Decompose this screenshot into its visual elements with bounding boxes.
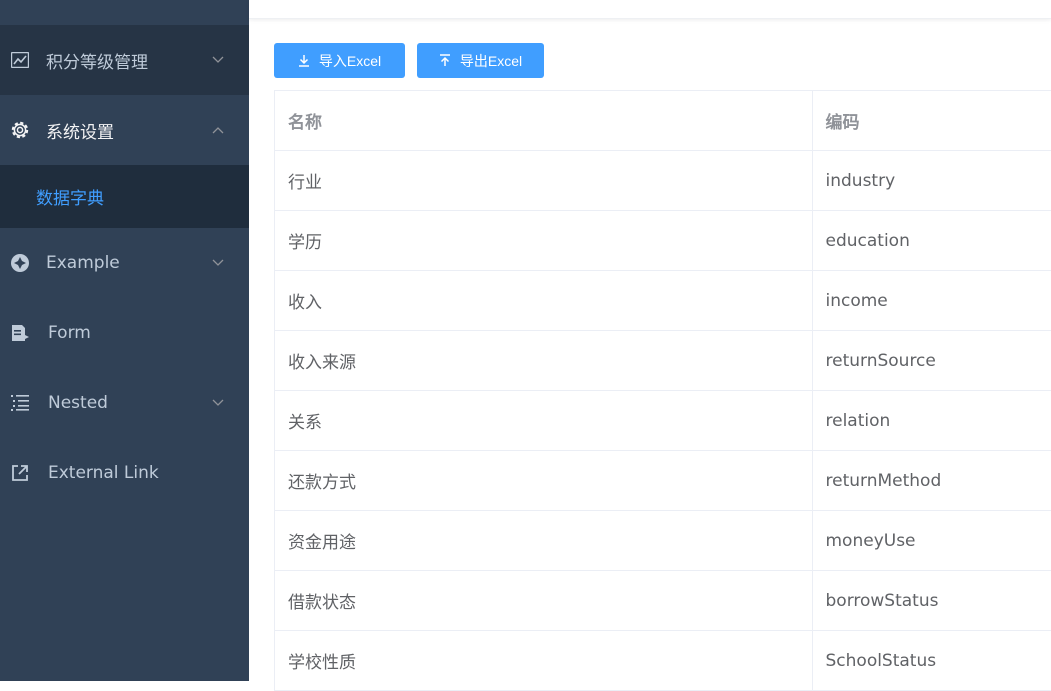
cell-code: industry [812, 150, 1051, 211]
chevron-up-icon [212, 124, 224, 136]
top-navbar [249, 0, 1051, 19]
sidebar-item-label: 系统设置 [46, 122, 114, 143]
cell-name: 收入来源 [275, 330, 813, 391]
cell-code: relation [812, 390, 1051, 451]
column-header-code: 编码 [812, 91, 1051, 151]
form-icon [10, 323, 30, 343]
cell-name: 资金用途 [275, 510, 813, 571]
cell-name: 还款方式 [275, 450, 813, 511]
cell-code: education [812, 210, 1051, 271]
cell-code: returnMethod [812, 450, 1051, 511]
table-header-row: 名称 编码 [275, 91, 1051, 151]
chevron-down-icon [212, 257, 224, 269]
table-row[interactable]: 收入 income [275, 270, 1051, 331]
cell-name: 学校性质 [275, 630, 813, 691]
sidebar-item-external-link[interactable]: External Link [0, 438, 249, 508]
cell-code: income [812, 270, 1051, 331]
example-icon [10, 253, 30, 273]
sidebar-item-form[interactable]: Form [0, 298, 249, 368]
sidebar-item-system-settings[interactable]: 系统设置 [0, 95, 249, 165]
nested-list-icon [10, 393, 30, 413]
export-excel-label: 导出Excel [459, 52, 523, 69]
table-row[interactable]: 关系 relation [275, 390, 1051, 451]
sidebar-item-label: Form [48, 323, 91, 343]
dictionary-table: 名称 编码 行业 industry 学历 education 收入 income… [274, 90, 1051, 691]
sidebar-top-spacer [0, 0, 249, 25]
sidebar-item-label: Example [46, 253, 120, 273]
import-excel-label: 导入Excel [318, 52, 382, 69]
cell-name: 借款状态 [275, 570, 813, 631]
cell-code: moneyUse [812, 510, 1051, 571]
sidebar-item-example[interactable]: Example [0, 228, 249, 298]
table-row[interactable]: 学校性质 SchoolStatus [275, 630, 1051, 691]
export-excel-button[interactable]: 导出Excel [417, 43, 544, 78]
table-row[interactable]: 还款方式 returnMethod [275, 450, 1051, 511]
sidebar-subitem-data-dictionary[interactable]: 数据字典 [0, 165, 249, 228]
sidebar-item-label: 积分等级管理 [46, 52, 148, 73]
sidebar-item-label: Nested [48, 393, 108, 413]
table-row[interactable]: 资金用途 moneyUse [275, 510, 1051, 571]
chevron-down-icon [212, 397, 224, 409]
sidebar: 积分等级管理 系统设置 数据字典 Example Form Nested Ext… [0, 0, 249, 681]
gear-icon [10, 120, 30, 140]
cell-code: SchoolStatus [812, 630, 1051, 691]
download-icon [298, 54, 310, 67]
cell-name: 收入 [275, 270, 813, 331]
import-excel-button[interactable]: 导入Excel [274, 43, 405, 78]
external-link-icon [10, 463, 30, 483]
table-row[interactable]: 借款状态 borrowStatus [275, 570, 1051, 631]
sidebar-item-points-level[interactable]: 积分等级管理 [0, 25, 249, 95]
table-row[interactable]: 行业 industry [275, 150, 1051, 211]
table-row[interactable]: 收入来源 returnSource [275, 330, 1051, 391]
chart-line-icon [10, 50, 30, 70]
cell-name: 行业 [275, 150, 813, 211]
upload-icon [439, 54, 451, 67]
cell-name: 学历 [275, 210, 813, 271]
table-row[interactable]: 学历 education [275, 210, 1051, 271]
sidebar-item-nested[interactable]: Nested [0, 368, 249, 438]
cell-code: returnSource [812, 330, 1051, 391]
column-header-name: 名称 [275, 91, 813, 151]
chevron-down-icon [212, 54, 224, 66]
cell-code: borrowStatus [812, 570, 1051, 631]
sidebar-subitem-label: 数据字典 [36, 189, 104, 209]
cell-name: 关系 [275, 390, 813, 451]
sidebar-item-label: External Link [48, 463, 159, 483]
